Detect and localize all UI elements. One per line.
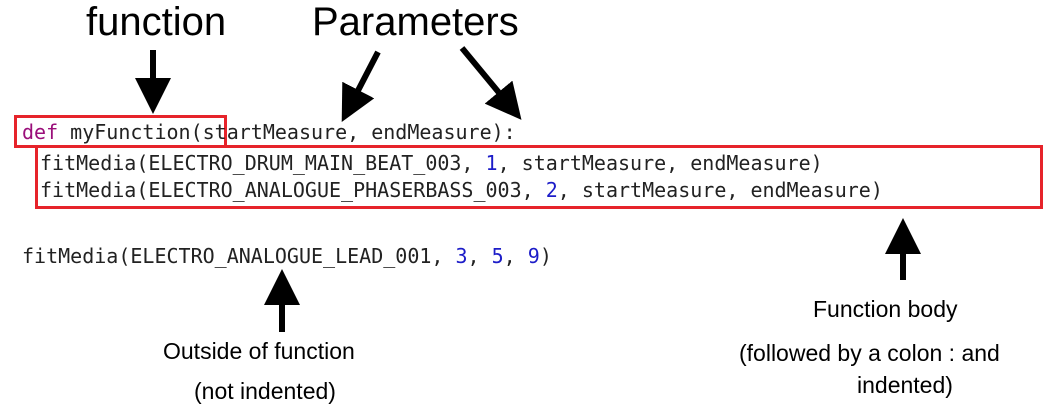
code-number: 1	[485, 151, 498, 175]
code-number: 5	[491, 244, 504, 268]
function-signature: (startMeasure, endMeasure):	[190, 120, 516, 144]
body-label-2: (followed by a colon : and	[739, 340, 1000, 366]
code-line-body-2: fitMedia(ELECTRO_ANALOGUE_PHASERBASS_003…	[40, 177, 883, 203]
body-label-1: Function body	[813, 296, 958, 322]
function-name: myFunction	[70, 120, 191, 144]
code-text: , startMeasure, endMeasure)	[557, 178, 883, 202]
code-text: ,	[503, 244, 528, 268]
code-text: , startMeasure, endMeasure)	[497, 151, 823, 175]
code-line-def: def myFunction(startMeasure, endMeasure)…	[22, 119, 516, 145]
outside-label-1: Outside of function	[163, 338, 355, 364]
code-number: 3	[455, 244, 468, 268]
param-arrow-start	[341, 50, 381, 122]
param-arrow-end	[459, 46, 522, 120]
code-text: ,	[467, 244, 492, 268]
body-label-3: indented)	[857, 372, 953, 398]
code-text: fitMedia(ELECTRO_DRUM_MAIN_BEAT_003,	[40, 151, 486, 175]
outside-label-2: (not indented)	[194, 378, 336, 404]
def-keyword: def	[22, 120, 59, 144]
code-text: )	[539, 244, 552, 268]
code-text: fitMedia(ELECTRO_ANALOGUE_LEAD_001,	[22, 244, 456, 268]
code-line-body-1: fitMedia(ELECTRO_DRUM_MAIN_BEAT_003, 1, …	[40, 150, 823, 176]
code-number: 2	[545, 178, 558, 202]
code-number: 9	[527, 244, 540, 268]
code-line-outside: fitMedia(ELECTRO_ANALOGUE_LEAD_001, 3, 5…	[22, 243, 552, 269]
code-text: fitMedia(ELECTRO_ANALOGUE_PHASERBASS_003…	[40, 178, 546, 202]
